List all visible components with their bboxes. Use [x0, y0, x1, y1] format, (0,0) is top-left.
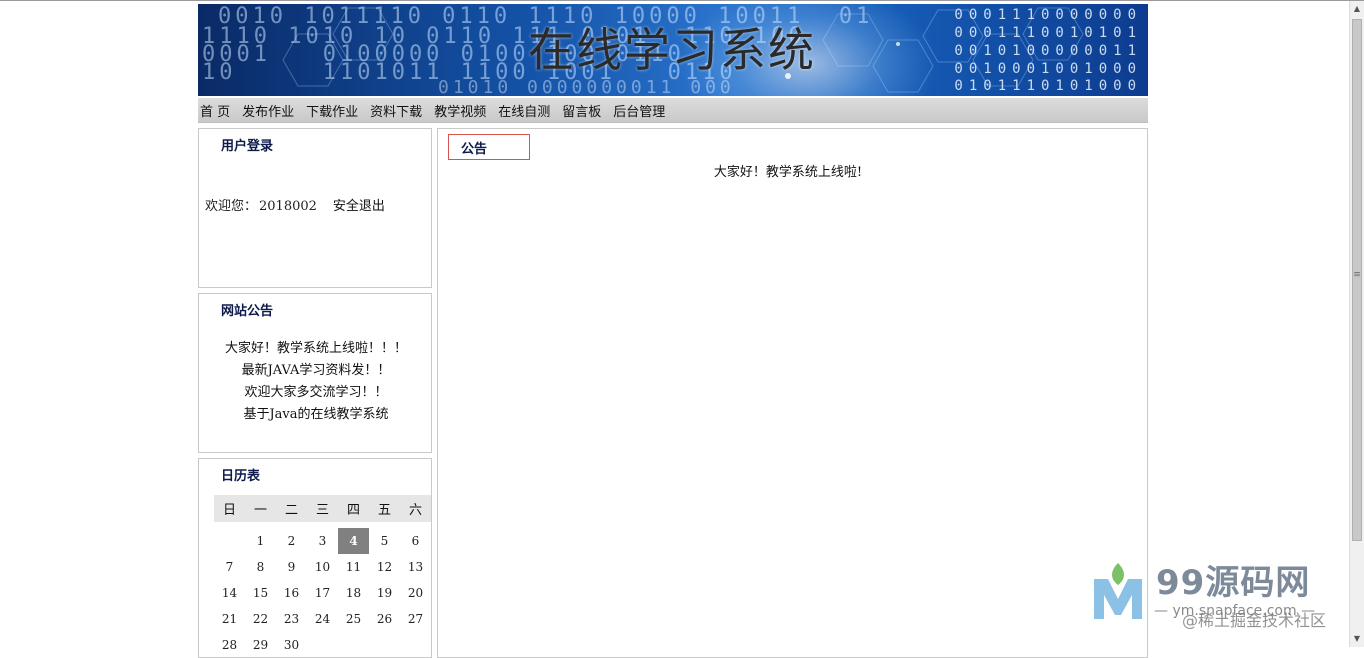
browser-viewport: 0010 1011110 0110 1110 10000 10011 01 11…	[0, 0, 1364, 658]
calendar-weekday: 六	[400, 495, 431, 522]
calendar-empty-cell	[400, 632, 431, 658]
calendar-day[interactable]: 10	[307, 554, 338, 580]
calendar-table: 日一二三四五六 1 2 3 4 5 6 7 8 9 10 11 12 13 14 15 16 17 18 19 20 2…	[214, 495, 431, 658]
calendar-day[interactable]: 30	[276, 632, 307, 658]
logout-link[interactable]: 安全退出	[333, 199, 385, 214]
page-container: 0010 1011110 0110 1110 10000 10011 01 11…	[198, 4, 1148, 658]
calendar-title: 日历表	[221, 469, 261, 484]
calendar-day[interactable]: 14	[214, 580, 245, 606]
nav-item-message-board[interactable]: 留言板	[562, 101, 601, 120]
nav-item-download-homework[interactable]: 下载作业	[306, 101, 358, 120]
calendar-weekday: 日	[214, 495, 245, 522]
watermark-overlay: @稀土掘金技术社区	[1182, 611, 1327, 630]
calendar-day[interactable]: 6	[400, 528, 431, 554]
nav-item-publish-homework[interactable]: 发布作业	[242, 101, 294, 120]
calendar-week-row: 123456	[214, 528, 431, 554]
welcome-label: 欢迎您：	[205, 199, 258, 214]
notice-item[interactable]: 最新JAVA学习资料发！！	[199, 360, 433, 382]
calendar-day[interactable]: 7	[214, 554, 245, 580]
announcement-tab-label: 公告	[461, 142, 488, 157]
announcement-tab[interactable]: 公告	[448, 134, 530, 160]
calendar-week-row: 7 8 9 10 11 12 13	[214, 554, 431, 580]
welcome-line: 欢迎您： 2018002 安全退出	[205, 195, 385, 214]
calendar-day[interactable]: 15	[245, 580, 276, 606]
calendar-day[interactable]: 20	[400, 580, 431, 606]
scroll-down-arrow-icon[interactable]: ▼	[1350, 631, 1364, 647]
calendar-empty-cell	[369, 632, 400, 658]
main-content-panel: 公告 大家好！教学系统上线啦!	[437, 128, 1148, 658]
vertical-scrollbar[interactable]: ▲ ≡ ▼	[1349, 1, 1364, 647]
user-id: 2018002	[259, 199, 317, 214]
calendar-week-row: 28 29 30	[214, 632, 431, 658]
main-nav: 首 页 发布作业 下载作业 资料下载 教学视频 在线自测 留言板 后台管理	[198, 98, 1148, 123]
calendar-days: 1 2 3 4 5 6 7 8 9 10 11 12 13 14 15 16 17 18 19 20 21 22 23 24 2…	[214, 522, 431, 658]
watermark-url: — ym.snapface.com —	[1154, 603, 1316, 619]
calendar-panel: 日历表 日一二三四五六 1 2 3 4 5 6 7 8 9 10 11 12 13 14 15 16 17 18 1…	[198, 458, 432, 658]
calendar-weekday: 三	[307, 495, 338, 522]
calendar-weekday: 四	[338, 495, 369, 522]
nav-item-admin[interactable]: 后台管理	[613, 101, 665, 120]
calendar-empty-cell	[214, 528, 245, 554]
calendar-day[interactable]: 5	[369, 528, 400, 554]
scroll-thumb[interactable]: ≡	[1352, 19, 1362, 541]
calendar-day[interactable]: 3	[307, 528, 338, 554]
calendar-day[interactable]: 19	[369, 580, 400, 606]
notice-item[interactable]: 欢迎大家多交流学习！！	[199, 382, 433, 404]
notice-item[interactable]: 大家好！教学系统上线啦！！！	[199, 338, 433, 360]
calendar-day[interactable]: 21	[214, 606, 245, 632]
login-panel-title: 用户登录	[221, 139, 274, 154]
banner-binary-text: 01010 0000000011 000	[438, 77, 735, 97]
site-notice-panel: 网站公告 大家好！教学系统上线啦！！！ 最新JAVA学习资料发！！ 欢迎大家多交…	[198, 293, 432, 453]
banner-binary-text: 0001110000000	[954, 7, 1142, 23]
banner-binary-text: 0010100000011	[954, 43, 1142, 59]
calendar-day[interactable]: 12	[369, 554, 400, 580]
calendar-day[interactable]: 11	[338, 554, 369, 580]
calendar-day[interactable]: 17	[307, 580, 338, 606]
calendar-day[interactable]: 27	[400, 606, 431, 632]
login-panel: 用户登录 欢迎您： 2018002 安全退出	[198, 128, 432, 288]
calendar-day[interactable]: 25	[338, 606, 369, 632]
calendar-day[interactable]: 29	[245, 632, 276, 658]
nav-item-home[interactable]: 首 页	[200, 101, 230, 120]
calendar-day[interactable]: 28	[214, 632, 245, 658]
calendar-day[interactable]: 22	[245, 606, 276, 632]
header-banner: 0010 1011110 0110 1110 10000 10011 01 11…	[198, 4, 1148, 96]
calendar-empty-cell	[338, 632, 369, 658]
scroll-up-arrow-icon[interactable]: ▲	[1350, 1, 1364, 17]
calendar-day[interactable]: 13	[400, 554, 431, 580]
calendar-day[interactable]: 8	[245, 554, 276, 580]
notice-list: 大家好！教学系统上线啦！！！ 最新JAVA学习资料发！！ 欢迎大家多交流学习！！…	[199, 338, 433, 426]
calendar-day[interactable]: 1	[245, 528, 276, 554]
banner-binary-text: 0001110010101	[954, 25, 1142, 41]
calendar-weekday: 五	[369, 495, 400, 522]
calendar-day[interactable]: 2	[276, 528, 307, 554]
nav-item-online-test[interactable]: 在线自测	[498, 101, 550, 120]
watermark-brand: 99源码网	[1156, 563, 1311, 603]
calendar-empty-cell	[307, 632, 338, 658]
nav-item-resource-download[interactable]: 资料下载	[370, 101, 422, 120]
notice-item[interactable]: 基于Java的在线教学系统	[199, 404, 433, 426]
banner-binary-text: 0010001001000	[954, 61, 1142, 77]
calendar-day[interactable]: 16	[276, 580, 307, 606]
scroll-grip-icon: ≡	[1353, 270, 1361, 280]
nav-item-teaching-video[interactable]: 教学视频	[434, 101, 486, 120]
calendar-day[interactable]: 9	[276, 554, 307, 580]
site-notice-title: 网站公告	[221, 304, 274, 319]
banner-binary-text: 0101110101000	[954, 78, 1142, 94]
calendar-weekday-row: 日一二三四五六	[214, 495, 431, 522]
calendar-week-row: 14 15 16 17 18 19 20	[214, 580, 431, 606]
site-title: 在线学习系统	[528, 23, 816, 77]
calendar-day[interactable]: 4	[338, 528, 369, 554]
calendar-weekday: 二	[276, 495, 307, 522]
main-announcement-text: 大家好！教学系统上线啦!	[713, 165, 863, 180]
calendar-day[interactable]: 23	[276, 606, 307, 632]
calendar-day[interactable]: 18	[338, 580, 369, 606]
calendar-week-row: 21 22 23 24 25 26 27	[214, 606, 431, 632]
calendar-weekday: 一	[245, 495, 276, 522]
calendar-day[interactable]: 24	[307, 606, 338, 632]
calendar-day[interactable]: 26	[369, 606, 400, 632]
